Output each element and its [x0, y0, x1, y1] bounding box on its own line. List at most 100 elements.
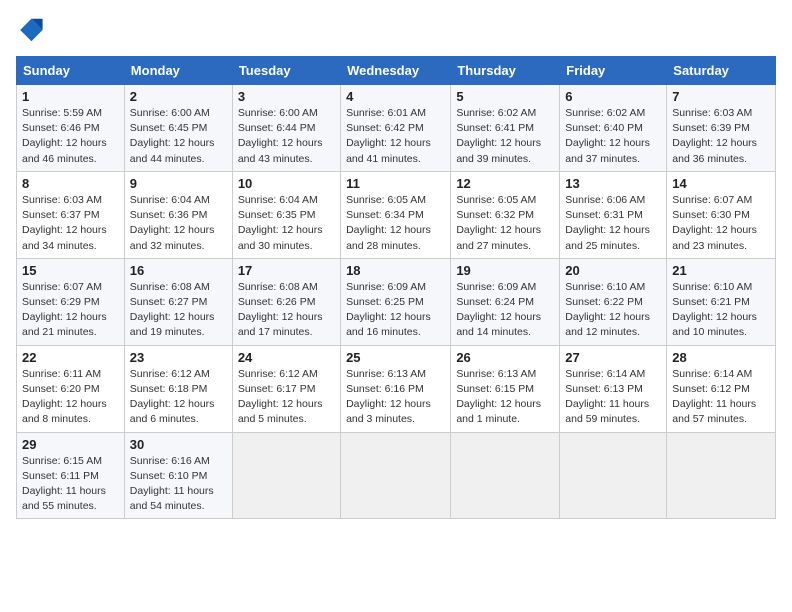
calendar-cell: 27 Sunrise: 6:14 AM Sunset: 6:13 PM Dayli… — [560, 345, 667, 432]
calendar-cell: 9 Sunrise: 6:04 AM Sunset: 6:36 PM Daylig… — [124, 171, 232, 258]
calendar-cell: 30 Sunrise: 6:16 AM Sunset: 6:10 PM Dayli… — [124, 432, 232, 519]
day-number: 3 — [238, 89, 335, 104]
calendar-cell: 12 Sunrise: 6:05 AM Sunset: 6:32 PM Dayli… — [451, 171, 560, 258]
calendar-cell: 20 Sunrise: 6:10 AM Sunset: 6:22 PM Dayli… — [560, 258, 667, 345]
calendar-cell: 19 Sunrise: 6:09 AM Sunset: 6:24 PM Dayli… — [451, 258, 560, 345]
day-number: 6 — [565, 89, 661, 104]
day-info: Sunrise: 6:03 AM Sunset: 6:39 PM Dayligh… — [672, 106, 770, 167]
day-number: 7 — [672, 89, 770, 104]
calendar-week-row: 22 Sunrise: 6:11 AM Sunset: 6:20 PM Dayli… — [17, 345, 776, 432]
day-number: 8 — [22, 176, 119, 191]
day-info: Sunrise: 6:05 AM Sunset: 6:34 PM Dayligh… — [346, 193, 445, 254]
day-info: Sunrise: 6:06 AM Sunset: 6:31 PM Dayligh… — [565, 193, 661, 254]
calendar-week-row: 8Sunrise: 6:03 AM Sunset: 6:37 PM Daylig… — [17, 171, 776, 258]
calendar-cell: 5 Sunrise: 6:02 AM Sunset: 6:41 PM Daylig… — [451, 85, 560, 172]
calendar-cell: 10 Sunrise: 6:04 AM Sunset: 6:35 PM Dayli… — [232, 171, 340, 258]
header-sunday: Sunday — [17, 57, 125, 85]
day-info: Sunrise: 6:14 AM Sunset: 6:13 PM Dayligh… — [565, 367, 661, 428]
day-number: 2 — [130, 89, 227, 104]
logo-icon — [16, 16, 44, 44]
header-friday: Friday — [560, 57, 667, 85]
calendar-cell: 14 Sunrise: 6:07 AM Sunset: 6:30 PM Dayli… — [667, 171, 776, 258]
calendar-body: 1 Sunrise: 5:59 AM Sunset: 6:46 PM Daylig… — [17, 85, 776, 519]
day-number: 9 — [130, 176, 227, 191]
calendar-cell: 1 Sunrise: 5:59 AM Sunset: 6:46 PM Daylig… — [17, 85, 125, 172]
calendar-cell: 29 Sunrise: 6:15 AM Sunset: 6:11 PM Dayli… — [17, 432, 125, 519]
calendar-cell: 21 Sunrise: 6:10 AM Sunset: 6:21 PM Dayli… — [667, 258, 776, 345]
day-number: 30 — [130, 437, 227, 452]
calendar-cell: 15 Sunrise: 6:07 AM Sunset: 6:29 PM Dayli… — [17, 258, 125, 345]
day-info: Sunrise: 6:09 AM Sunset: 6:24 PM Dayligh… — [456, 280, 554, 341]
header-saturday: Saturday — [667, 57, 776, 85]
day-number: 29 — [22, 437, 119, 452]
day-number: 21 — [672, 263, 770, 278]
calendar-cell — [451, 432, 560, 519]
calendar-cell: 24 Sunrise: 6:12 AM Sunset: 6:17 PM Dayli… — [232, 345, 340, 432]
logo — [16, 16, 48, 44]
calendar-cell: 13 Sunrise: 6:06 AM Sunset: 6:31 PM Dayli… — [560, 171, 667, 258]
day-info: Sunrise: 6:13 AM Sunset: 6:16 PM Dayligh… — [346, 367, 445, 428]
day-number: 28 — [672, 350, 770, 365]
header-thursday: Thursday — [451, 57, 560, 85]
day-info: Sunrise: 6:12 AM Sunset: 6:17 PM Dayligh… — [238, 367, 335, 428]
calendar-cell: 25 Sunrise: 6:13 AM Sunset: 6:16 PM Dayli… — [341, 345, 451, 432]
calendar-cell: 4 Sunrise: 6:01 AM Sunset: 6:42 PM Daylig… — [341, 85, 451, 172]
day-number: 10 — [238, 176, 335, 191]
day-number: 26 — [456, 350, 554, 365]
day-info: Sunrise: 6:13 AM Sunset: 6:15 PM Dayligh… — [456, 367, 554, 428]
day-info: Sunrise: 6:12 AM Sunset: 6:18 PM Dayligh… — [130, 367, 227, 428]
day-number: 27 — [565, 350, 661, 365]
day-number: 15 — [22, 263, 119, 278]
day-number: 11 — [346, 176, 445, 191]
calendar-cell: 3 Sunrise: 6:00 AM Sunset: 6:44 PM Daylig… — [232, 85, 340, 172]
calendar-cell: 16Sunrise: 6:08 AM Sunset: 6:27 PM Dayli… — [124, 258, 232, 345]
day-info: Sunrise: 6:10 AM Sunset: 6:21 PM Dayligh… — [672, 280, 770, 341]
day-number: 1 — [22, 89, 119, 104]
day-info: Sunrise: 6:01 AM Sunset: 6:42 PM Dayligh… — [346, 106, 445, 167]
day-info: Sunrise: 6:11 AM Sunset: 6:20 PM Dayligh… — [22, 367, 119, 428]
day-info: Sunrise: 6:15 AM Sunset: 6:11 PM Dayligh… — [22, 454, 119, 515]
calendar-cell: 17Sunrise: 6:08 AM Sunset: 6:26 PM Dayli… — [232, 258, 340, 345]
day-number: 18 — [346, 263, 445, 278]
day-number: 12 — [456, 176, 554, 191]
day-info: Sunrise: 6:07 AM Sunset: 6:30 PM Dayligh… — [672, 193, 770, 254]
day-info: Sunrise: 6:02 AM Sunset: 6:40 PM Dayligh… — [565, 106, 661, 167]
calendar-cell: 22 Sunrise: 6:11 AM Sunset: 6:20 PM Dayli… — [17, 345, 125, 432]
day-info: Sunrise: 6:02 AM Sunset: 6:41 PM Dayligh… — [456, 106, 554, 167]
calendar-cell: 6 Sunrise: 6:02 AM Sunset: 6:40 PM Daylig… — [560, 85, 667, 172]
calendar-cell — [232, 432, 340, 519]
day-number: 13 — [565, 176, 661, 191]
day-info: Sunrise: 6:05 AM Sunset: 6:32 PM Dayligh… — [456, 193, 554, 254]
calendar-cell: 2Sunrise: 6:00 AM Sunset: 6:45 PM Daylig… — [124, 85, 232, 172]
day-number: 4 — [346, 89, 445, 104]
calendar-cell: 7 Sunrise: 6:03 AM Sunset: 6:39 PM Daylig… — [667, 85, 776, 172]
day-info: Sunrise: 6:04 AM Sunset: 6:35 PM Dayligh… — [238, 193, 335, 254]
day-number: 20 — [565, 263, 661, 278]
day-number: 19 — [456, 263, 554, 278]
day-number: 25 — [346, 350, 445, 365]
calendar-week-row: 15 Sunrise: 6:07 AM Sunset: 6:29 PM Dayli… — [17, 258, 776, 345]
day-number: 14 — [672, 176, 770, 191]
calendar-table: SundayMondayTuesdayWednesdayThursdayFrid… — [16, 56, 776, 519]
day-number: 5 — [456, 89, 554, 104]
day-number: 22 — [22, 350, 119, 365]
day-number: 24 — [238, 350, 335, 365]
day-info: Sunrise: 5:59 AM Sunset: 6:46 PM Dayligh… — [22, 106, 119, 167]
page-header — [16, 16, 776, 44]
day-info: Sunrise: 6:16 AM Sunset: 6:10 PM Dayligh… — [130, 454, 227, 515]
calendar-week-row: 29 Sunrise: 6:15 AM Sunset: 6:11 PM Dayli… — [17, 432, 776, 519]
calendar-week-row: 1 Sunrise: 5:59 AM Sunset: 6:46 PM Daylig… — [17, 85, 776, 172]
calendar-cell: 18Sunrise: 6:09 AM Sunset: 6:25 PM Dayli… — [341, 258, 451, 345]
day-info: Sunrise: 6:04 AM Sunset: 6:36 PM Dayligh… — [130, 193, 227, 254]
day-number: 16 — [130, 263, 227, 278]
day-info: Sunrise: 6:00 AM Sunset: 6:44 PM Dayligh… — [238, 106, 335, 167]
calendar-cell — [667, 432, 776, 519]
day-info: Sunrise: 6:14 AM Sunset: 6:12 PM Dayligh… — [672, 367, 770, 428]
day-info: Sunrise: 6:10 AM Sunset: 6:22 PM Dayligh… — [565, 280, 661, 341]
calendar-cell: 28 Sunrise: 6:14 AM Sunset: 6:12 PM Dayli… — [667, 345, 776, 432]
day-info: Sunrise: 6:07 AM Sunset: 6:29 PM Dayligh… — [22, 280, 119, 341]
header-monday: Monday — [124, 57, 232, 85]
header-tuesday: Tuesday — [232, 57, 340, 85]
calendar-cell — [341, 432, 451, 519]
calendar-cell: 8Sunrise: 6:03 AM Sunset: 6:37 PM Daylig… — [17, 171, 125, 258]
